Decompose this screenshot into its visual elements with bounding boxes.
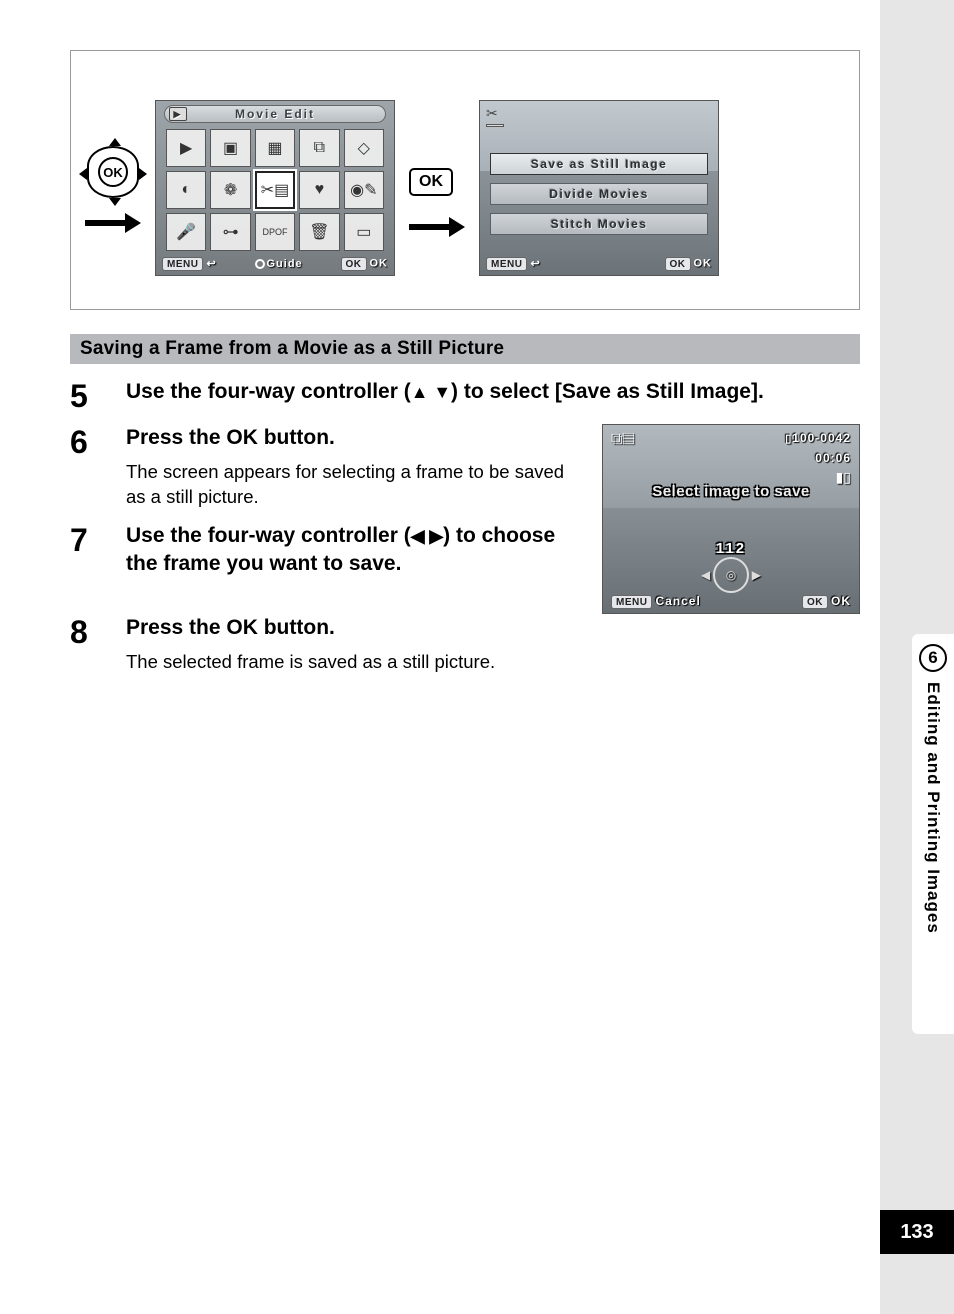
grid-icon-protect: ⊶ — [210, 213, 250, 251]
chapter-side-tab: 6 Editing and Printing Images — [912, 634, 954, 1034]
lcd1-footer-guide: Guide — [255, 258, 303, 270]
step-5-title: Use the four-way controller (▲ ▼) to sel… — [126, 378, 860, 406]
lcd2-footer-menu: MENU↩ — [486, 257, 541, 272]
step-8-title: Press the OK button. — [126, 614, 860, 642]
ok-and-arrow-group: OK — [409, 142, 465, 234]
lcd1-titlebar: ▶ Movie Edit — [164, 105, 386, 123]
step-6-body: The screen appears for selecting a frame… — [126, 460, 582, 510]
section-header: Saving a Frame from a Movie as a Still P… — [70, 334, 860, 364]
grid-icon-redeye: ◉✎ — [344, 171, 384, 209]
grid-icon-rotate: ◇ — [344, 129, 384, 167]
left-right-arrows-icon: ◀ ▶ — [411, 524, 443, 548]
step-6-title: Press the OK button. — [126, 424, 582, 452]
step-8-number: 8 — [70, 614, 120, 648]
step-7: 7 Use the four-way controller (◀ ▶) to c… — [70, 522, 582, 579]
elapsed-time: 00:06 — [815, 451, 851, 465]
lcd1-footer: MENU↩ Guide OKOK — [162, 255, 388, 273]
grid-icon-dpof: DPOF — [255, 213, 295, 251]
lcd-movie-edit-menu: ▶ Movie Edit ▶ ▣ ▦ ⧉ ◇ ◐ ❁ ✂▤ ♥ ◉✎ 🎤 ⊶ D… — [155, 100, 395, 276]
lcd2-footer: MENU↩ OKOK — [486, 255, 712, 273]
grid-icon-playback: ▶ — [166, 129, 206, 167]
lcd2-footer-ok: OKOK — [665, 257, 713, 271]
arrow-right-icon-2 — [409, 220, 465, 234]
movie-edit-mode-icon: ✂ — [486, 105, 512, 127]
steps-6-7-with-lcd: 6 Press the OK button. The screen appear… — [70, 424, 860, 614]
grid-icon-filter2: ❁ — [210, 171, 250, 209]
guide-dot-icon — [255, 259, 265, 269]
lcd-movie-edit-options: ✂ Save as Still Image Divide Movies Stit… — [479, 100, 719, 276]
lcd-select-frame: ⧉▤ ▯100-0042 00:06 ▮▯ Select image to sa… — [602, 424, 860, 614]
ok-badge: OK — [341, 257, 367, 271]
menu-badge-2: MENU — [486, 257, 527, 271]
page-number: 133 — [880, 1210, 954, 1254]
lcd1-title: Movie Edit — [235, 107, 315, 121]
ok-badge-3: OK — [802, 595, 828, 609]
menu-badge-3: MENU — [611, 595, 652, 609]
up-down-arrows-icon: ▲ ▼ — [411, 380, 451, 404]
step-8: 8 Press the OK button. The selected fram… — [70, 614, 860, 675]
opt-stitch-movies: Stitch Movies — [490, 213, 708, 235]
controller-arrow-group: OK — [85, 146, 141, 230]
frame-lcd-cancel: MENUCancel — [611, 594, 701, 610]
step-6: 6 Press the OK button. The screen appear… — [70, 424, 582, 510]
ok-button-icon: OK — [409, 168, 453, 196]
step-8-body: The selected frame is saved as a still p… — [126, 650, 860, 675]
step-7-title: Use the four-way controller (◀ ▶) to cho… — [126, 522, 582, 579]
chapter-title-vertical: Editing and Printing Images — [923, 682, 943, 934]
opt-save-as-still: Save as Still Image — [490, 153, 708, 175]
grid-icon-filter1: ◐ — [166, 171, 206, 209]
step-6-number: 6 — [70, 424, 120, 458]
page-content: OK ▶ Movie Edit ▶ ▣ ▦ ⧉ ◇ ◐ ❁ ✂▤ ♥ ◉✎ 🎤 … — [0, 0, 880, 1300]
file-number: ▯100-0042 — [785, 431, 851, 445]
frame-lcd-ok: OKOK — [802, 594, 851, 610]
steps-list: 5 Use the four-way controller (▲ ▼) to s… — [70, 378, 860, 675]
top-diagram: OK ▶ Movie Edit ▶ ▣ ▦ ⧉ ◇ ◐ ❁ ✂▤ ♥ ◉✎ 🎤 … — [70, 50, 860, 310]
opt-divide-movies: Divide Movies — [490, 183, 708, 205]
lcd1-footer-menu: MENU↩ — [162, 257, 217, 272]
grid-icon-favorite: ♥ — [299, 171, 339, 209]
grid-icon-crop: ▣ — [210, 129, 250, 167]
frame-number: 112 — [603, 540, 859, 557]
frame-lcd-footer: MENUCancel OKOK — [611, 594, 851, 610]
lcd1-icon-grid: ▶ ▣ ▦ ⧉ ◇ ◐ ❁ ✂▤ ♥ ◉✎ 🎤 ⊶ DPOF 🗑 ▭ — [166, 129, 384, 251]
right-margin-strip: 6 Editing and Printing Images 133 — [880, 0, 954, 1314]
ok-badge-2: OK — [665, 257, 691, 271]
grid-icon-start: ▭ — [344, 213, 384, 251]
step-5-number: 5 — [70, 378, 120, 412]
playback-mode-icon: ▶ — [169, 107, 187, 121]
dpad-icon: ◎ — [713, 557, 749, 593]
step-5: 5 Use the four-way controller (▲ ▼) to s… — [70, 378, 860, 412]
grid-icon-frame: ▦ — [255, 129, 295, 167]
grid-icon-movie-edit: ✂▤ — [255, 171, 295, 209]
select-image-prompt: Select image to save — [603, 483, 859, 500]
chapter-number-circle: 6 — [919, 644, 947, 672]
grid-icon-voice: 🎤 — [166, 213, 206, 251]
lcd1-footer-ok: OKOK — [341, 257, 389, 271]
arrow-right-icon — [85, 216, 141, 230]
grid-icon-trash: 🗑 — [299, 213, 339, 251]
menu-badge: MENU — [162, 257, 203, 271]
menu-back-icon-2: ↩ — [530, 258, 540, 270]
step-7-number: 7 — [70, 522, 120, 556]
menu-back-icon: ↩ — [206, 258, 216, 270]
controller-ok-label: OK — [98, 157, 128, 187]
movie-file-icon: ⧉▤ — [611, 431, 635, 449]
grid-icon-copy: ⧉ — [299, 129, 339, 167]
four-way-controller-icon: OK — [87, 146, 139, 198]
